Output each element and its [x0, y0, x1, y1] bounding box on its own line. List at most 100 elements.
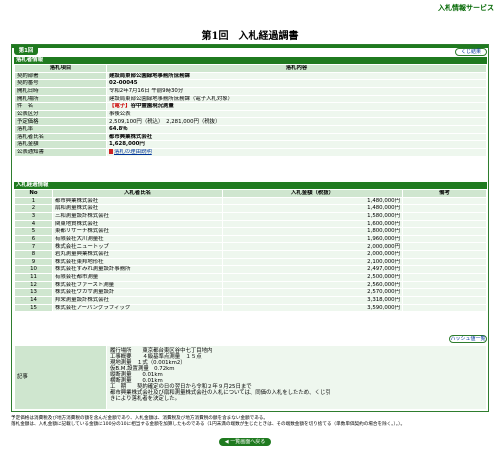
winner-row-value: 02-00045 — [106, 79, 487, 88]
bid-row: 3 三和測量設計株式会社 1,580,000円 — [14, 211, 487, 221]
winner-row-value: 事後公表 — [106, 109, 487, 119]
winner-row-text: 事後公表 — [109, 110, 131, 117]
bid-name: 有限会社都市測量 — [52, 273, 223, 282]
winner-row: 契約番号 02-00045 — [14, 79, 487, 88]
bid-amount: 3,318,000円 — [222, 295, 403, 305]
bid-name: 関東地質株式会社 — [52, 219, 223, 229]
bid-no: 15 — [14, 303, 53, 313]
winner-row-value: 64.8％ — [106, 125, 487, 134]
winner-row: 開札日時 令和2年7月16日 午前9時30分 — [14, 86, 487, 96]
lottery-result-button[interactable]: くじ結果 — [455, 48, 487, 56]
winner-row-value: 【電子】谷中霊園現況測量 — [106, 102, 487, 111]
bid-amount: 1,800,000円 — [222, 227, 403, 236]
bid-name: 株式会社ニュートップ — [52, 242, 223, 252]
bid-remarks — [402, 295, 487, 305]
bids-header-name: 入札者氏名 — [52, 189, 223, 198]
pdf-icon — [109, 149, 113, 155]
winner-row-text: 建設局東部公園緑地事務所庶務課（電子入札対象） — [109, 95, 233, 102]
bid-remarks — [402, 257, 487, 267]
bid-row: 5 東都リサーチ株式会社 1,800,000円 — [14, 227, 487, 236]
winner-row-value: 1,628,000円 — [106, 140, 487, 150]
bid-amount: 2,570,000円 — [222, 288, 403, 297]
bid-name: 扇和測量株式会社 — [52, 204, 223, 213]
reason-link[interactable]: 落札の理由説明 — [114, 150, 152, 156]
winner-row-label: 公表通知書 — [14, 148, 107, 157]
winner-row-text: 1,628,000円 — [109, 141, 145, 148]
bid-amount: 2,500,000円 — [222, 273, 403, 282]
winner-row: 契約部署 建設局東部公園緑地事務所庶務課 — [14, 71, 487, 81]
bid-name: 有限会社大川測量社 — [52, 234, 223, 244]
winner-row: 開札場所 建設局東部公園緑地事務所庶務課（電子入札対象） — [14, 94, 487, 104]
bid-no: 6 — [14, 234, 53, 244]
bid-remarks — [402, 303, 487, 313]
bids-header-no: No — [14, 189, 53, 198]
bid-no: 12 — [14, 280, 53, 290]
bid-no: 4 — [14, 219, 53, 229]
winner-row-label: 公表区分 — [14, 109, 107, 119]
bid-name: 都市興業株式会社 — [52, 196, 223, 206]
back-to-list-button[interactable]: ◀ 一覧画面へ戻る — [219, 438, 271, 446]
bid-amount: 2,100,000円 — [222, 257, 403, 267]
winner-row-label: 契約部署 — [14, 71, 107, 81]
bid-amount: 1,480,000円 — [222, 204, 403, 213]
winner-row-value: 2,509,100円（税込） 2,281,000円（税抜） — [106, 117, 487, 127]
bid-amount: 1,600,000円 — [222, 219, 403, 229]
bid-row: 9 株式会社東邦地形社 2,100,000円 — [14, 257, 487, 267]
bid-remarks — [402, 250, 487, 259]
bid-row: 12 株式会社ファースト測量 2,560,000円 — [14, 280, 487, 290]
bid-row: 11 有限会社都市測量 2,500,000円 — [14, 273, 487, 282]
bid-row: 6 有限会社大川測量社 1,960,000円 — [14, 234, 487, 244]
footer-note-2: 落札金額は、入札金額に記載している金額に100分の10に相当する金額を加算したも… — [11, 422, 406, 427]
bids-table: No 入札者氏名 入札金額（税抜） 備考 1 都市興業株式会社 1,480,000円… — [14, 189, 487, 313]
notes-line: きにより落札者を決定した。 — [110, 396, 180, 402]
winner-row-text: 都市興業株式会社 — [109, 133, 153, 140]
round-tab: 第1回 — [14, 48, 38, 55]
notes-label: 記事 — [14, 345, 107, 410]
bid-remarks — [402, 234, 487, 244]
winner-row-label: 落札者氏名 — [14, 132, 107, 142]
bid-no: 10 — [14, 265, 53, 275]
page-title: 第1回 入札経過調書 — [201, 31, 299, 42]
notes-content: 履行場所 東京都台東区谷中七丁目地内 工事概要 ４級基準点測量 １５点 現地測量 １… — [106, 345, 487, 410]
winner-row-text: 02-00045 — [109, 80, 138, 87]
bid-no: 2 — [14, 204, 53, 213]
bid-remarks — [402, 288, 487, 297]
winner-row-value: 落札の理由説明 — [106, 148, 487, 157]
bid-remarks — [402, 242, 487, 252]
bid-remarks — [402, 273, 487, 282]
bid-remarks — [402, 211, 487, 221]
bid-name: 東都リサーチ株式会社 — [52, 227, 223, 236]
bid-row: 8 岩丸測量興業株式会社 2,000,000円 — [14, 250, 487, 259]
bid-name: 株式会社東邦地形社 — [52, 257, 223, 267]
bid-no: 14 — [14, 295, 53, 305]
winner-row-value: 建設局東部公園緑地事務所庶務課（電子入札対象） — [106, 94, 487, 104]
service-title: 入札情報サービス — [438, 4, 494, 12]
winner-row-label: 予定価格 — [14, 117, 107, 127]
winner-row-label: 開札日時 — [14, 86, 107, 96]
bid-row: 4 関東地質株式会社 1,600,000円 — [14, 219, 487, 229]
winner-row-label: 落札金額 — [14, 140, 107, 150]
winner-header-item: 落札項目 — [14, 64, 107, 73]
bid-amount: 2,000,000円 — [222, 250, 403, 259]
bids-table-body: 1 都市興業株式会社 1,480,000円 2 扇和測量株式会社 1,480,000円 3 三… — [14, 196, 487, 313]
winner-table: 落札項目 落札内容 契約部署 建設局東部公園緑地事務所庶務課 契約番号 02-0004… — [14, 64, 487, 157]
main-frame: 第1回 くじ結果 落札者情報 落札項目 落札内容 契約部署 建設局東部公園緑地事務… — [11, 44, 489, 412]
winner-row-text: 令和2年7月16日 午前9時30分 — [109, 87, 184, 94]
bid-no: 13 — [14, 288, 53, 297]
bid-no: 3 — [14, 211, 53, 221]
bid-name: 岩丸測量興業株式会社 — [52, 250, 223, 259]
footer-notes: 予定価格は消費税及び地方消費税の額を含んだ金額であり、入札金額は、消費税及び地方… — [11, 416, 493, 428]
bid-row: 14 邦栄測量設計株式会社 3,318,000円 — [14, 295, 487, 305]
winner-row-text: 谷中霊園現況測量 — [130, 103, 174, 110]
bid-no: 8 — [14, 250, 53, 259]
bid-name: 株式会社アーバングラフィック — [52, 303, 223, 313]
winner-row-label: 開札場所 — [14, 94, 107, 104]
bid-no: 7 — [14, 242, 53, 252]
bid-row: 2 扇和測量株式会社 1,480,000円 — [14, 204, 487, 213]
bid-row: 10 株式会社すみれ測量設計事務所 2,497,000円 — [14, 265, 487, 275]
bid-row: 1 都市興業株式会社 1,480,000円 — [14, 196, 487, 206]
hash-list-button[interactable]: ハッシュ値一覧 — [449, 335, 487, 343]
winner-row: 落札金額 1,628,000円 — [14, 140, 487, 150]
bid-no: 1 — [14, 196, 53, 206]
bid-no: 5 — [14, 227, 53, 236]
